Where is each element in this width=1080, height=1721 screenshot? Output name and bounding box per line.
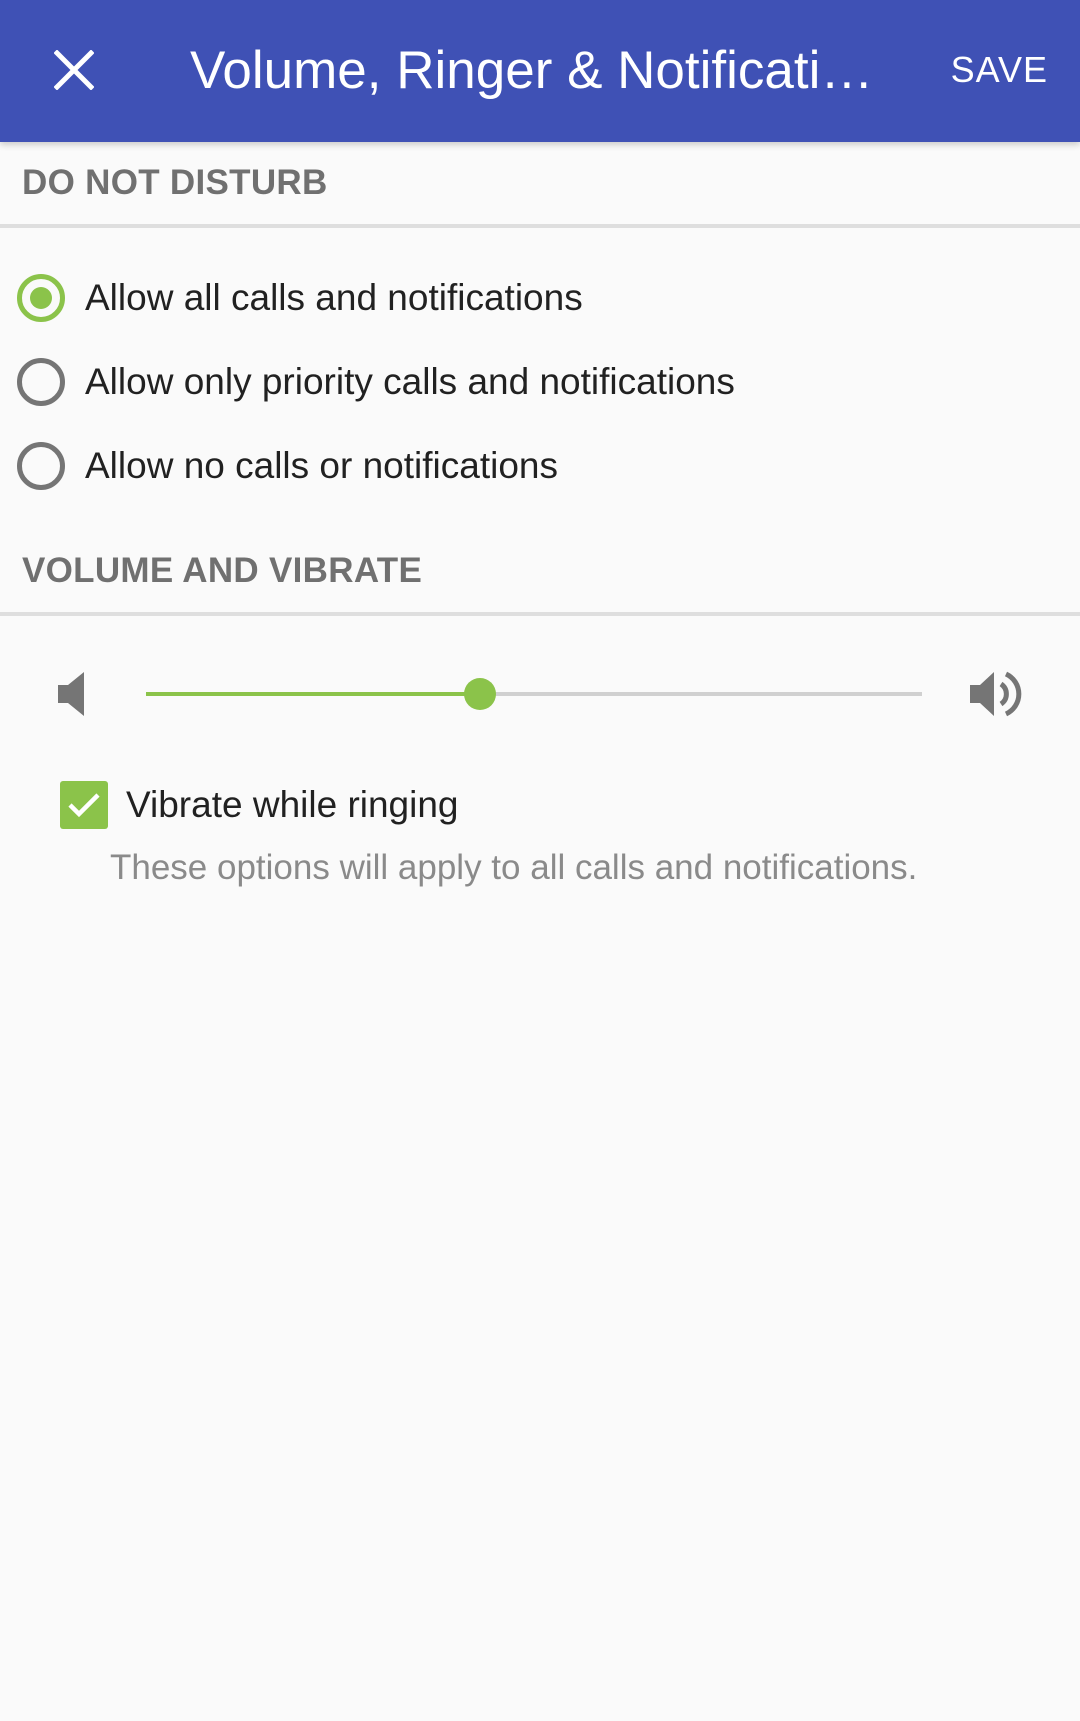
volume-high-icon: [970, 671, 1022, 717]
slider-thumb[interactable]: [463, 678, 496, 710]
radio-label-allow-none: Allow no calls or notifications: [85, 445, 558, 486]
dnd-option-allow-priority[interactable]: Allow only priority calls and notificati…: [0, 340, 1080, 424]
close-button[interactable]: [34, 30, 114, 110]
vibrate-while-ringing[interactable]: Vibrate while ringing: [0, 770, 1080, 840]
dnd-radio-group: Allow all calls and notifications Allow …: [0, 256, 1080, 508]
checkmark-icon: [68, 793, 100, 818]
volume-slider[interactable]: [146, 678, 922, 710]
section-header-do-not-disturb: DO NOT DISTURB: [0, 142, 1080, 228]
dnd-option-allow-none[interactable]: Allow no calls or notifications: [0, 424, 1080, 508]
slider-fill: [146, 692, 480, 696]
volume-low-icon: [58, 672, 84, 716]
app-bar: Volume, Ringer & Notifications SAVE: [0, 0, 1080, 142]
close-icon: [54, 50, 94, 90]
section-header-volume-and-vibrate: VOLUME AND VIBRATE: [0, 530, 1080, 616]
vibrate-checkbox[interactable]: [60, 781, 108, 829]
helper-text: These options will apply to all calls an…: [110, 848, 918, 887]
radio-allow-all[interactable]: [17, 274, 65, 322]
radio-label-allow-priority: Allow only priority calls and notificati…: [85, 361, 735, 402]
dnd-option-allow-all[interactable]: Allow all calls and notifications: [0, 256, 1080, 340]
save-button[interactable]: SAVE: [951, 40, 1048, 100]
vibrate-label: Vibrate while ringing: [126, 784, 459, 825]
radio-allow-none[interactable]: [17, 442, 65, 490]
radio-label-allow-all: Allow all calls and notifications: [85, 277, 583, 318]
radio-allow-priority[interactable]: [17, 358, 65, 406]
page-title: Volume, Ringer & Notifications: [190, 41, 900, 100]
volume-row: [0, 616, 1080, 766]
